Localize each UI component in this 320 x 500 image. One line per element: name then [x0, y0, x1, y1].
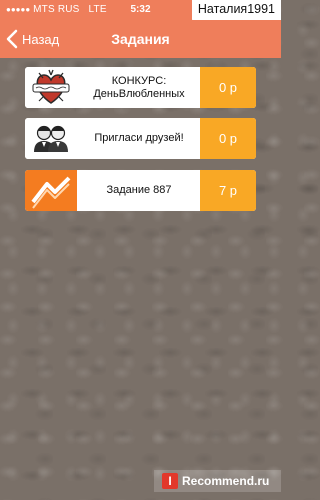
task-item-contest[interactable]: КОНКУРС: ДеньВлюбленных 0 р — [25, 67, 256, 108]
task-item-887[interactable]: Задание 887 7 р — [25, 170, 256, 211]
task-label: Задание 887 — [106, 184, 172, 196]
orange-logo-icon — [25, 170, 77, 211]
watermark-text: Recommend.ru — [182, 474, 270, 488]
friends-avatars-icon — [25, 118, 77, 159]
task-reward: 0 р — [200, 118, 256, 159]
task-label: Пригласи друзей! — [94, 132, 184, 144]
task-reward: 7 р — [200, 170, 256, 211]
username-badge: Наталия1991 — [191, 0, 281, 21]
watermark: I Recommend.ru — [154, 470, 281, 492]
navigation-bar: Назад Задания — [0, 20, 281, 58]
recommend-logo-icon: I — [162, 473, 178, 489]
heart-tattoo-icon — [25, 67, 77, 108]
page-title: Задания — [111, 31, 170, 47]
task-reward: 0 р — [200, 67, 256, 108]
task-label: КОНКУРС: ДеньВлюбленных — [93, 74, 185, 100]
task-item-invite-friends[interactable]: Пригласи друзей! 0 р — [25, 118, 256, 159]
